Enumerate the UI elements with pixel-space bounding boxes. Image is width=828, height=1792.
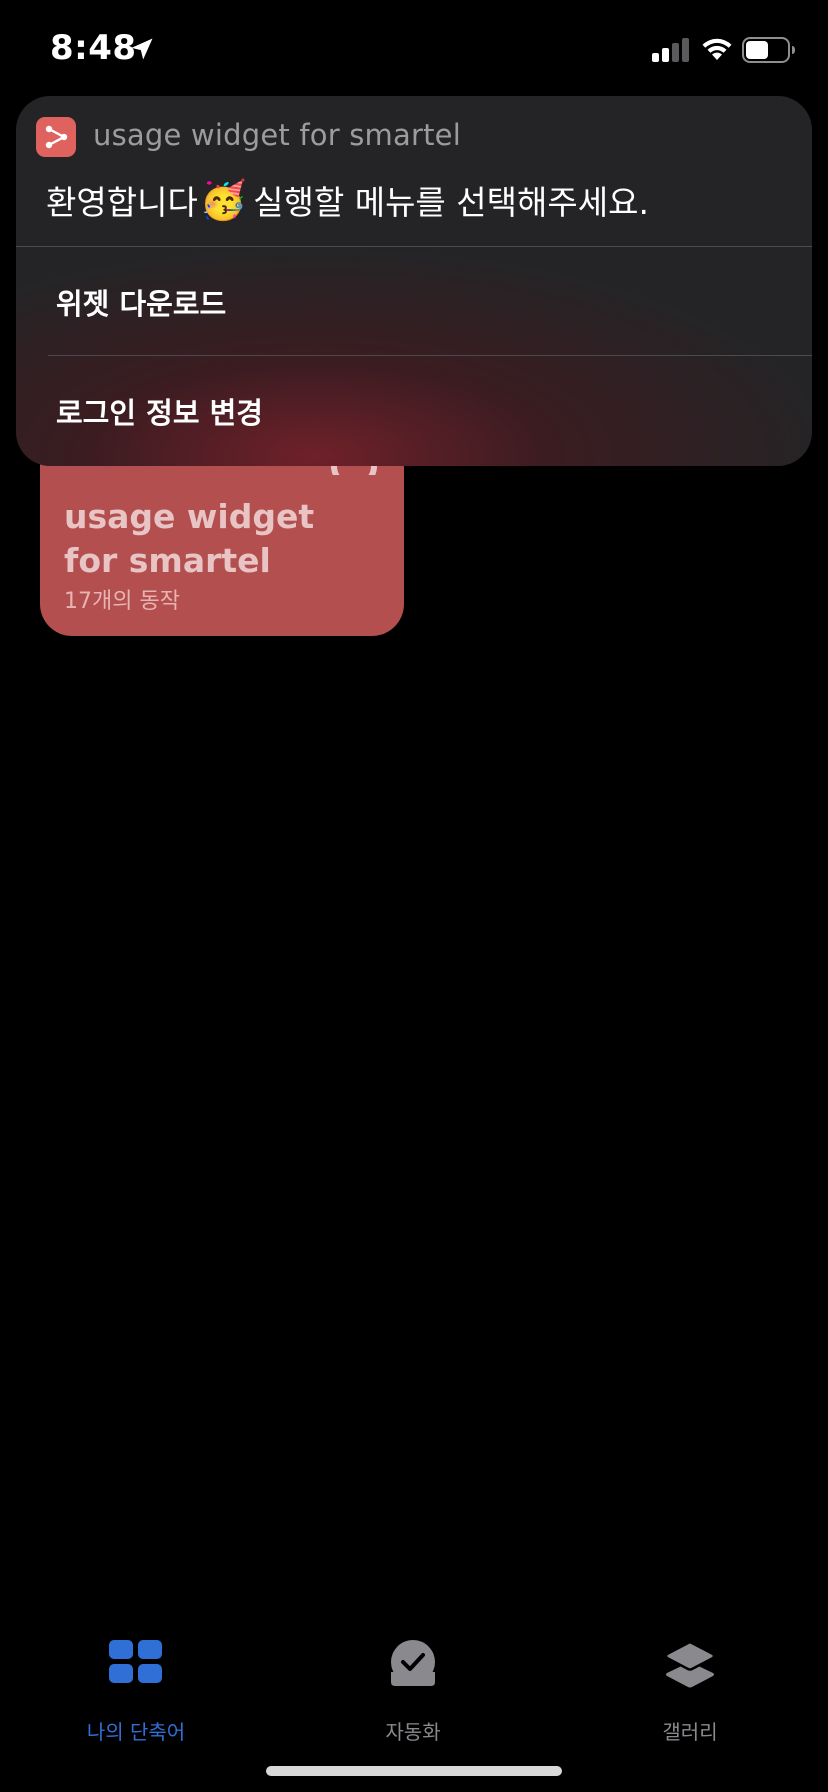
shortcut-title: usage widget for smartel <box>64 497 315 580</box>
tab-label: 갤러리 <box>662 1720 718 1744</box>
home-indicator[interactable] <box>266 1766 562 1776</box>
tab-gallery[interactable]: 갤러리 <box>600 1640 780 1750</box>
shortcut-action-count: 17개의 동작 <box>64 589 180 614</box>
grid-icon <box>109 1640 162 1683</box>
layers-icon <box>665 1640 715 1688</box>
prompt-text-instruction: 실행할 메뉴를 선택해주세요. <box>253 183 649 222</box>
tab-label: 나의 단축어 <box>86 1720 186 1744</box>
menu-item-widget-download[interactable]: 위젯 다운로드 <box>16 247 812 355</box>
party-face-emoji-icon: 🥳 <box>199 177 248 222</box>
app-name: usage widget for smartel <box>93 118 461 152</box>
prompt-text-welcome: 환영합니다 <box>46 183 198 222</box>
menu-item-change-login[interactable]: 로그인 정보 변경 <box>16 356 812 464</box>
tab-label: 자동화 <box>385 1720 441 1744</box>
tab-my-shortcuts[interactable]: 나의 단축어 <box>46 1640 226 1750</box>
clock-check-icon <box>391 1640 435 1686</box>
menu-item-label: 로그인 정보 변경 <box>56 396 263 430</box>
menu-item-label: 위젯 다운로드 <box>56 287 227 321</box>
app-icon <box>36 117 76 157</box>
choose-menu-panel: usage widget for smartel 환영합니다 🥳 실행할 메뉴를 선… <box>16 96 812 466</box>
shortcut-share-icon <box>45 125 68 149</box>
status-time: 8:48 <box>50 28 137 68</box>
status-bar: 8:48 <box>0 0 828 100</box>
menu-prompt: 환영합니다 🥳 실행할 메뉴를 선택해주세요. <box>46 176 649 224</box>
battery-icon <box>742 37 795 63</box>
wifi-icon <box>702 38 732 60</box>
tab-automation[interactable]: 자동화 <box>323 1640 503 1750</box>
location-arrow-icon <box>131 38 153 60</box>
cellular-signal-icon <box>652 38 689 62</box>
